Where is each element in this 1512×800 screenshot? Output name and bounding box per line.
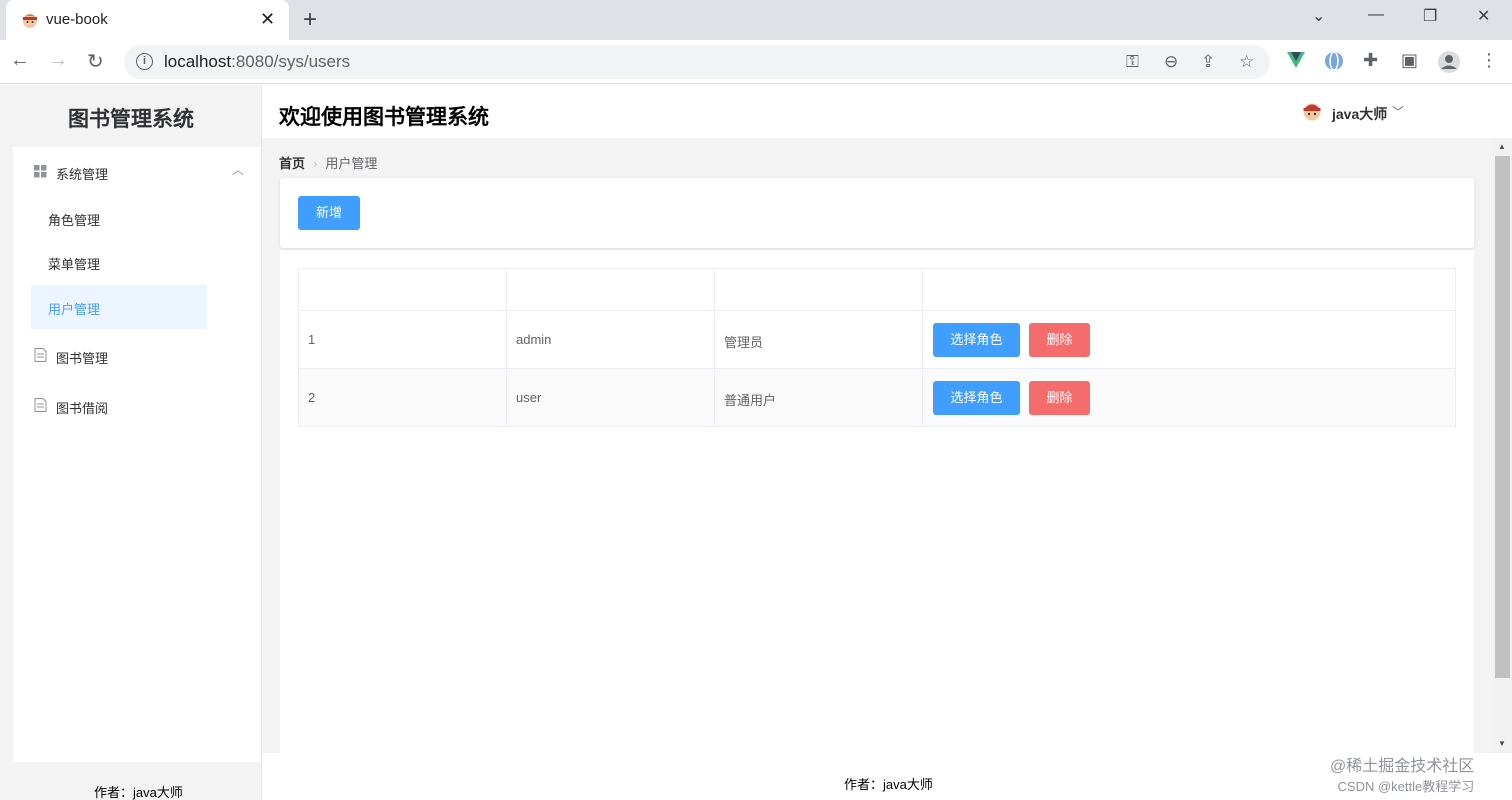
- browser-tab[interactable]: vue-book ✕: [6, 0, 289, 40]
- menu-system-management[interactable]: 系统管理 ︿: [13, 149, 261, 193]
- menu-label: 图书管理: [56, 351, 109, 366]
- toolbar-card: 新增: [280, 178, 1474, 248]
- scrollbar-thumb[interactable]: [1495, 156, 1510, 678]
- side-panel-icon[interactable]: ▣: [1401, 50, 1418, 71]
- users-table: 1 admin 管理员 选择角色 删除 2 user 普通用户 选择角色 删除: [298, 268, 1456, 427]
- header-cell: [715, 269, 923, 310]
- zoom-icon[interactable]: ⊖: [1164, 52, 1178, 72]
- select-role-button[interactable]: 选择角色: [933, 381, 1020, 415]
- sidebar-menu: 系统管理 ︿ 角色管理 菜单管理 用户管理 图书管理 图书借阅: [13, 147, 261, 762]
- select-role-button[interactable]: 选择角色: [933, 323, 1020, 357]
- watermark-line-1: @稀土掘金技术社区: [1330, 758, 1475, 775]
- name-text: 管理员: [724, 335, 764, 350]
- document-icon: [34, 398, 47, 412]
- reload-icon[interactable]: ↻: [87, 49, 104, 74]
- url-text[interactable]: localhost:8080/sys/users: [164, 52, 350, 72]
- user-avatar-icon[interactable]: [1302, 101, 1322, 121]
- extension-globe-icon[interactable]: [1324, 51, 1344, 71]
- menu-label: 系统管理: [56, 167, 109, 182]
- back-icon[interactable]: ←: [10, 49, 30, 72]
- cell-username: user: [507, 369, 715, 426]
- more-menu-icon[interactable]: ⋮: [1480, 50, 1498, 71]
- brand-title: 图书管理系统: [68, 108, 194, 131]
- menu-role-management[interactable]: 角色管理: [31, 196, 207, 240]
- close-window-icon[interactable]: ✕: [1477, 6, 1490, 26]
- menu-label: 图书借阅: [56, 401, 109, 416]
- password-key-icon[interactable]: ⚿: [1126, 52, 1139, 72]
- breadcrumb: 首页 › 用户管理: [279, 153, 377, 172]
- share-icon[interactable]: ⇪: [1201, 52, 1215, 72]
- delete-button[interactable]: 删除: [1029, 323, 1090, 357]
- main-content: 首页 › 用户管理 新增 1 admin 管理员 选择角色 删除 2 user …: [262, 138, 1493, 753]
- cell-actions: 选择角色 删除: [923, 369, 1457, 426]
- cell-name: 普通用户: [715, 369, 923, 426]
- breadcrumb-separator-icon: ›: [313, 156, 318, 171]
- bookmark-star-icon[interactable]: ☆: [1239, 52, 1254, 72]
- cell-username: admin: [507, 311, 715, 368]
- document-icon: [34, 348, 47, 362]
- cell-actions: 选择角色 删除: [923, 311, 1457, 368]
- id-text: 2: [308, 390, 316, 405]
- scroll-up-arrow-icon[interactable]: ▲: [1498, 142, 1506, 151]
- menu-book-borrowing[interactable]: 图书借阅: [13, 383, 261, 427]
- minimize-icon[interactable]: —: [1368, 6, 1384, 24]
- sidebar-footer: 作者：java大师: [94, 785, 183, 800]
- vue-devtools-icon[interactable]: [1287, 52, 1305, 68]
- menu-book-management[interactable]: 图书管理: [13, 333, 261, 377]
- username-text: user: [516, 390, 542, 405]
- header-cell: [507, 269, 715, 310]
- table-row: 1 admin 管理员 选择角色 删除: [299, 311, 1455, 369]
- address-bar[interactable]: i localhost:8080/sys/users ⚿ ⊖ ⇪ ☆: [124, 45, 1270, 79]
- browser-toolbar: ← → ↻ i localhost:8080/sys/users ⚿ ⊖ ⇪ ☆…: [0, 40, 1512, 84]
- delete-button[interactable]: 删除: [1029, 381, 1090, 415]
- menu-label: 角色管理: [48, 213, 101, 228]
- add-button[interactable]: 新增: [298, 196, 360, 230]
- watermark-line-2: CSDN @kettle教程学习: [1337, 779, 1475, 794]
- forward-icon[interactable]: →: [48, 49, 68, 72]
- extensions-puzzle-icon[interactable]: ✚: [1363, 50, 1378, 71]
- site-info-icon[interactable]: i: [136, 53, 153, 70]
- menu-label: 菜单管理: [48, 257, 101, 272]
- menu-menu-management[interactable]: 菜单管理: [31, 240, 207, 284]
- username-text: admin: [516, 332, 552, 347]
- restore-icon[interactable]: ❐: [1423, 6, 1437, 26]
- menu-label: 用户管理: [48, 302, 101, 317]
- browser-tabbar: vue-book ✕ + ⌄ — ❐ ✕: [0, 0, 1512, 40]
- cell-name: 管理员: [715, 311, 923, 368]
- header-cell: [923, 269, 1457, 310]
- breadcrumb-home[interactable]: 首页: [279, 156, 305, 171]
- profile-avatar-icon[interactable]: [1437, 50, 1461, 74]
- scroll-down-arrow-icon[interactable]: ▼: [1498, 739, 1506, 748]
- cell-id: 1: [299, 311, 507, 368]
- close-tab-icon[interactable]: ✕: [260, 9, 275, 30]
- vue-book-favicon-icon: [23, 14, 37, 28]
- app-header: 欢迎使用图书管理系统 java大师 ﹀: [262, 85, 1512, 138]
- chevron-up-icon: ︿: [232, 163, 245, 177]
- user-name[interactable]: java大师: [1332, 104, 1387, 124]
- tab-search-icon[interactable]: ⌄: [1312, 6, 1325, 26]
- table-header-row: [299, 269, 1455, 311]
- watermark: @稀土掘金技术社区 CSDN @kettle教程学习: [1330, 757, 1474, 797]
- new-tab-button[interactable]: +: [303, 6, 317, 34]
- id-text: 1: [308, 332, 316, 347]
- chevron-down-icon[interactable]: ﹀: [1392, 103, 1404, 120]
- menu-user-management[interactable]: 用户管理: [31, 285, 207, 329]
- name-text: 普通用户: [724, 393, 777, 408]
- table-card: 1 admin 管理员 选择角色 删除 2 user 普通用户 选择角色 删除: [280, 250, 1474, 753]
- sidebar: 图书管理系统 系统管理 ︿ 角色管理 菜单管理 用户管理 图书管理 图书借阅 作…: [0, 85, 262, 800]
- page-footer: 作者：java大师: [844, 777, 933, 792]
- header-cell: [299, 269, 507, 310]
- table-row: 2 user 普通用户 选择角色 删除: [299, 369, 1455, 427]
- page-scrollbar[interactable]: ▲ ▼: [1493, 138, 1512, 753]
- page-title: 欢迎使用图书管理系统: [279, 106, 489, 129]
- breadcrumb-current: 用户管理: [325, 156, 378, 171]
- cell-id: 2: [299, 369, 507, 426]
- tab-title: vue-book: [46, 11, 108, 28]
- grid-icon: [34, 165, 47, 178]
